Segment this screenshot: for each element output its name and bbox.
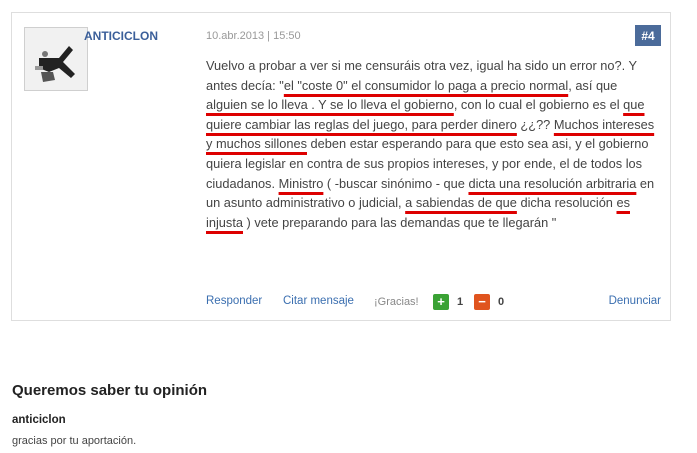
thanks-label: ¡Gracias! [374, 296, 419, 308]
highlighted-text: el "coste 0" el consumidor lo paga a pre… [283, 77, 569, 93]
highlighted-text: injusta [206, 214, 243, 230]
reply-author[interactable]: anticiclon [12, 414, 66, 426]
comment-number-badge: #4 [635, 25, 661, 46]
vote-up-count: 1 [457, 296, 464, 308]
comment-actions: Responder Citar mensaje ¡Gracias! + 1 − … [206, 294, 661, 313]
comment-card: ANTICICLON 10.abr.2013 | 15:50 #4 Vuelvo… [11, 12, 671, 321]
body-text: ) vete preparando para las demandas que … [243, 214, 557, 230]
vote-down-count: 0 [498, 296, 505, 308]
highlighted-text: es [616, 195, 630, 211]
reply-link[interactable]: Responder [206, 295, 262, 307]
reply-text: gracias por tu aportación. [12, 435, 137, 447]
opinion-section-title: Queremos saber tu opinión [12, 382, 208, 399]
vote-up-button[interactable]: + [433, 294, 449, 310]
body-text: , así que [568, 77, 618, 93]
body-text: dicha resolución [516, 195, 617, 211]
body-text: ¿¿?? [516, 116, 554, 132]
highlighted-text: Ministro [278, 175, 324, 191]
body-text: , con lo cual el gobierno es el [453, 97, 624, 113]
highlighted-text: a sabiendas de que [405, 195, 517, 211]
comment-body: Vuelvo a probar a ver si me censuráis ot… [206, 56, 660, 232]
username-link[interactable]: ANTICICLON [84, 29, 158, 43]
report-link[interactable]: Denunciar [609, 295, 661, 307]
vote-down-button[interactable]: − [474, 294, 490, 310]
quote-link[interactable]: Citar mensaje [283, 295, 354, 307]
highlighted-text: alguien se lo lleva . Y se lo lleva el g… [206, 97, 454, 113]
avatar[interactable] [24, 27, 88, 91]
pointing-hand-icon [25, 28, 87, 90]
body-text: ( -buscar sinónimo - que [323, 175, 469, 191]
highlighted-text: dicta una resolución arbitraria [468, 175, 637, 191]
comment-timestamp: 10.abr.2013 | 15:50 [206, 30, 301, 42]
